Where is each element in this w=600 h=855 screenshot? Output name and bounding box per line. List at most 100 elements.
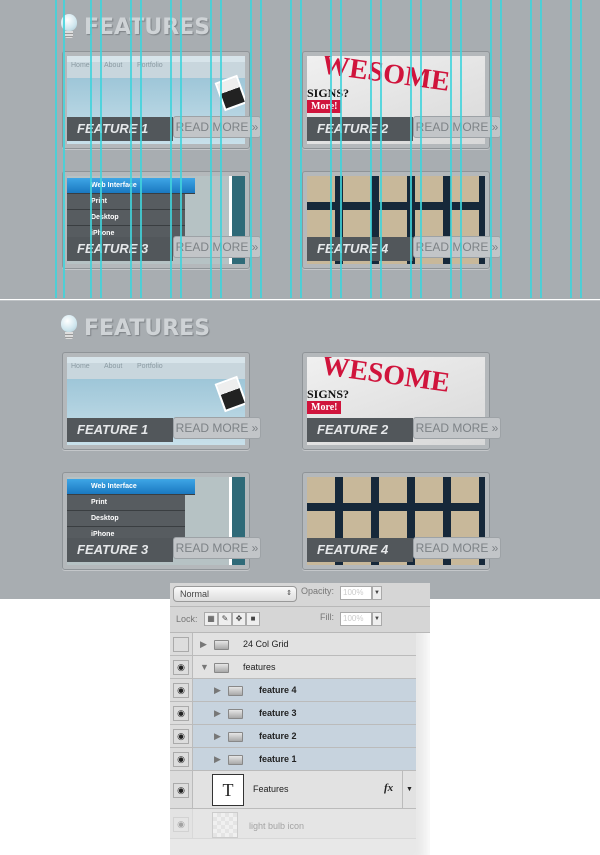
- lock-move-icon[interactable]: ✥: [232, 612, 246, 626]
- layer-style-expand-icon[interactable]: ▼: [402, 771, 416, 809]
- light-bulb-icon: [60, 315, 78, 341]
- fill-dropdown-icon[interactable]: ▼: [372, 612, 382, 626]
- section-heading: FEATURES: [60, 14, 210, 40]
- eye-icon[interactable]: ◉: [173, 752, 189, 767]
- feature-label: FEATURE 1: [67, 418, 173, 442]
- thumb-band: [307, 503, 485, 511]
- thumb-nav-item: About: [104, 62, 123, 69]
- expand-triangle-icon[interactable]: ▶: [214, 754, 221, 765]
- layer-name: light bulb icon: [249, 821, 305, 831]
- layer-name: features: [243, 662, 276, 672]
- lock-transparency-icon[interactable]: ▦: [204, 612, 218, 626]
- layer-name: feature 3: [259, 708, 297, 718]
- layers-panel: Normal ⇕ Opacity: 100% ▼ Lock: ▦ ✎ ✥ ■ Fi…: [170, 583, 430, 855]
- feature-card-3[interactable]: Web Interface Print Desktop iPhone FEATURE 3…: [62, 472, 261, 570]
- expand-triangle-icon[interactable]: ▼: [200, 662, 209, 672]
- thumb-menu-item: Print: [67, 495, 185, 511]
- thumb-avatar: [214, 375, 245, 413]
- layer-row[interactable]: ◉ ▶ feature 1: [170, 748, 416, 771]
- feature-card-4[interactable]: FEATURE 4 READ MORE »: [302, 171, 501, 269]
- thumb-nav-item: About: [104, 363, 123, 370]
- folder-icon: [214, 663, 229, 673]
- blend-mode-value: Normal: [180, 589, 210, 599]
- fx-icon[interactable]: fx: [384, 782, 393, 794]
- eye-icon[interactable]: ◉: [173, 782, 189, 798]
- eye-icon[interactable]: ◉: [173, 706, 189, 721]
- expand-triangle-icon[interactable]: ▶: [214, 731, 221, 742]
- thumb-more: More!: [307, 401, 342, 414]
- eye-icon[interactable]: ◉: [173, 683, 189, 698]
- lock-bar: Lock: ▦ ✎ ✥ ■ Fill: 100% ▼: [170, 607, 430, 633]
- visibility-toggle[interactable]: [173, 637, 189, 652]
- bulb-base: [65, 31, 73, 38]
- layer-row[interactable]: ▶ 24 Col Grid: [170, 633, 416, 656]
- eye-icon[interactable]: ◉: [173, 816, 189, 832]
- feature-card-3[interactable]: Web Interface Print Desktop iPhone FEATURE 3…: [62, 171, 261, 269]
- feature-label: FEATURE 2: [307, 418, 413, 442]
- thumb-menu-item: Desktop: [67, 210, 185, 226]
- thumb-menu: Web Interface Print Desktop iPhone: [67, 178, 195, 242]
- layers-list: ▶ 24 Col Grid ◉ ▼ features ◉ ▶ feature 4 ◉ ▶ featu…: [170, 633, 430, 855]
- feature-card-4[interactable]: FEATURE 4 READ MORE »: [302, 472, 501, 570]
- eye-icon[interactable]: ◉: [173, 660, 189, 675]
- layer-row[interactable]: ◉ ▶ feature 4: [170, 679, 416, 702]
- lock-paint-icon[interactable]: ✎: [218, 612, 232, 626]
- lock-buttons: ▦ ✎ ✥ ■: [204, 612, 260, 626]
- thumb-nav-item: Home: [71, 62, 90, 69]
- blend-mode-select[interactable]: Normal ⇕: [173, 586, 297, 602]
- layer-name: feature 1: [259, 754, 297, 764]
- layer-row[interactable]: ◉ ▶ feature 3: [170, 702, 416, 725]
- eye-icon[interactable]: ◉: [173, 729, 189, 744]
- thumb-avatar: [214, 74, 245, 112]
- features-preview-with-grid: FEATURES Home About Portfolio FEATURE 1 READ …: [0, 0, 600, 299]
- read-more-button[interactable]: READ MORE »: [173, 537, 261, 559]
- feature-card-1[interactable]: Home About Portfolio FEATURE 1 READ MORE »: [62, 352, 261, 450]
- layer-row[interactable]: ◉ light bulb icon: [170, 809, 416, 839]
- updown-icon: ⇕: [286, 590, 292, 597]
- opacity-input[interactable]: 100%: [340, 586, 372, 600]
- expand-triangle-icon[interactable]: ▶: [200, 639, 207, 650]
- lock-all-icon[interactable]: ■: [246, 612, 260, 626]
- bulb-glass: [61, 14, 77, 31]
- light-bulb-icon: [60, 14, 78, 40]
- image-layer-thumbnail: [212, 812, 238, 838]
- layer-row[interactable]: ◉ ▶ feature 2: [170, 725, 416, 748]
- thumb-band: [307, 202, 485, 210]
- layer-row[interactable]: ◉ ▼ features: [170, 656, 416, 679]
- blend-bar: Normal ⇕ Opacity: 100% ▼: [170, 583, 430, 607]
- folder-icon: [214, 640, 229, 650]
- folder-icon: [228, 686, 243, 696]
- feature-card-2[interactable]: WESOME SIGNS? More! FEATURE 2 READ MORE »: [302, 51, 501, 149]
- heading-text: FEATURES: [84, 14, 211, 40]
- feature-label: FEATURE 3: [67, 538, 173, 562]
- feature-label: FEATURE 4: [307, 237, 413, 261]
- folder-icon: [228, 732, 243, 742]
- feature-card-2[interactable]: WESOME SIGNS? More! FEATURE 2 READ MORE »: [302, 352, 501, 450]
- read-more-button[interactable]: READ MORE »: [173, 116, 261, 138]
- folder-icon: [228, 709, 243, 719]
- read-more-button[interactable]: READ MORE »: [173, 236, 261, 258]
- opacity-dropdown-icon[interactable]: ▼: [372, 586, 382, 600]
- feature-label: FEATURE 2: [307, 117, 413, 141]
- thumb-menu-item: Desktop: [67, 511, 185, 527]
- fill-input[interactable]: 100%: [340, 612, 372, 626]
- expand-triangle-icon[interactable]: ▶: [214, 708, 221, 719]
- read-more-button[interactable]: READ MORE »: [413, 417, 501, 439]
- thumb-more: More!: [307, 100, 342, 113]
- layer-row[interactable]: ◉ T Features fx ▼: [170, 771, 416, 809]
- read-more-button[interactable]: READ MORE »: [173, 417, 261, 439]
- opacity-label: Opacity:: [301, 586, 335, 596]
- feature-card-1[interactable]: Home About Portfolio FEATURE 1 READ MORE »: [62, 51, 261, 149]
- read-more-button[interactable]: READ MORE »: [413, 537, 501, 559]
- expand-triangle-icon[interactable]: ▶: [214, 685, 221, 696]
- layer-name: 24 Col Grid: [243, 639, 289, 649]
- fill-label: Fill:: [320, 612, 334, 622]
- thumb-menu-item: Web Interface: [67, 178, 195, 194]
- thumb-nav-item: Home: [71, 363, 90, 370]
- thumb-menu: Web Interface Print Desktop iPhone: [67, 479, 195, 543]
- thumb-menu-item: Print: [67, 194, 185, 210]
- layer-name: Features: [253, 784, 289, 794]
- read-more-button[interactable]: READ MORE »: [413, 236, 501, 258]
- read-more-button[interactable]: READ MORE »: [413, 116, 501, 138]
- layer-name: feature 2: [259, 731, 297, 741]
